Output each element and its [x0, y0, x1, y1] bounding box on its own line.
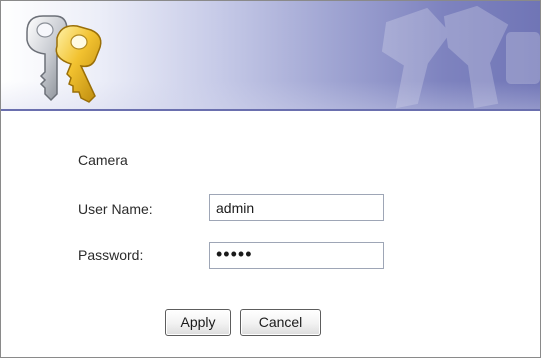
password-label: Password:	[78, 247, 144, 263]
header-banner	[1, 1, 540, 109]
keys-icon	[26, 15, 102, 103]
login-dialog: Camera User Name: Password: Apply Cancel	[0, 0, 541, 358]
apply-button[interactable]: Apply	[165, 309, 231, 336]
username-field[interactable]	[209, 194, 384, 221]
banner-divider	[1, 109, 540, 111]
cancel-button[interactable]: Cancel	[240, 309, 321, 336]
password-field[interactable]	[209, 242, 384, 269]
username-label: User Name:	[78, 201, 153, 217]
camera-label: Camera	[78, 152, 128, 168]
